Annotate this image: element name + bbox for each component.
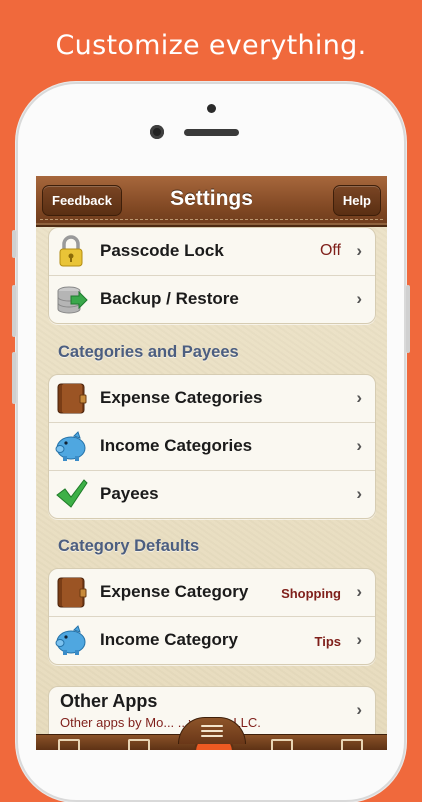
proximity-sensor xyxy=(207,104,216,113)
section-header-categories: Categories and Payees xyxy=(58,343,239,361)
front-camera xyxy=(150,125,164,139)
expense-categories-row[interactable]: Expense Categories › xyxy=(49,375,375,422)
backup-restore-label: Backup / Restore xyxy=(100,289,239,308)
passcode-lock-row[interactable]: Passcode Lock Off › xyxy=(49,228,375,275)
chevron-right-icon: › xyxy=(356,700,362,719)
expense-category-label: Expense Category xyxy=(100,582,249,601)
chevron-right-icon: › xyxy=(356,630,362,649)
chevron-right-icon: › xyxy=(356,436,362,455)
menu-icon-line xyxy=(201,735,223,737)
settings-content: Feedback Settings Help Passcode Lock Off… xyxy=(36,176,387,750)
menu-icon-line xyxy=(201,730,223,732)
chevron-right-icon: › xyxy=(356,388,362,407)
expense-category-default-row[interactable]: Expense Category Shopping › xyxy=(49,569,375,616)
promo-tagline: Customize everything. xyxy=(55,30,367,61)
chevron-right-icon: › xyxy=(356,484,362,503)
toolbar-tab-icon[interactable] xyxy=(271,739,293,750)
payees-row[interactable]: Payees › xyxy=(49,470,375,518)
help-button[interactable]: Help xyxy=(332,185,381,216)
income-category-default-row[interactable]: Income Category Tips › xyxy=(49,616,375,664)
payees-label: Payees xyxy=(100,484,159,503)
income-categories-label: Income Categories xyxy=(100,436,253,455)
menu-icon xyxy=(201,725,223,727)
security-group: Passcode Lock Off › Backup / Restore › xyxy=(48,227,376,324)
categories-group: Expense Categories › Income Categories › xyxy=(48,374,376,519)
expense-categories-label: Expense Categories xyxy=(100,388,263,407)
passcode-lock-value: Off xyxy=(319,242,341,259)
app-screen: Feedback Settings Help Passcode Lock Off… xyxy=(36,176,387,750)
power-button xyxy=(406,285,410,353)
piggy-bank-icon xyxy=(55,625,86,655)
checkmark-icon xyxy=(56,479,88,508)
wallet-icon xyxy=(57,577,87,608)
passcode-lock-label: Passcode Lock xyxy=(100,241,224,260)
padlock-icon xyxy=(59,235,83,267)
volume-down-button xyxy=(12,352,16,404)
income-categories-row[interactable]: Income Categories › xyxy=(49,422,375,470)
piggy-bank-icon xyxy=(55,431,86,461)
earpiece-speaker xyxy=(184,129,239,136)
toolbar-tab-icon[interactable] xyxy=(128,739,150,750)
backup-restore-row[interactable]: Backup / Restore › xyxy=(49,275,375,323)
income-category-label: Income Category xyxy=(100,630,238,649)
database-backup-icon xyxy=(57,286,88,314)
chevron-right-icon: › xyxy=(356,241,362,260)
chevron-right-icon: › xyxy=(356,289,362,308)
mute-switch xyxy=(12,230,16,258)
volume-up-button xyxy=(12,285,16,337)
expense-category-value: Shopping xyxy=(281,586,341,601)
section-header-defaults: Category Defaults xyxy=(58,537,200,555)
income-category-value: Tips xyxy=(314,634,342,649)
chevron-right-icon: › xyxy=(356,582,362,601)
wallet-icon xyxy=(57,383,87,414)
toolbar-tab-icon[interactable] xyxy=(58,739,80,750)
navigation-bar: Feedback Settings Help xyxy=(36,176,387,227)
toolbar-tab-icon[interactable] xyxy=(341,739,363,750)
defaults-group: Expense Category Shopping › Income Categ… xyxy=(48,568,376,665)
other-apps-title: Other Apps xyxy=(60,691,158,711)
